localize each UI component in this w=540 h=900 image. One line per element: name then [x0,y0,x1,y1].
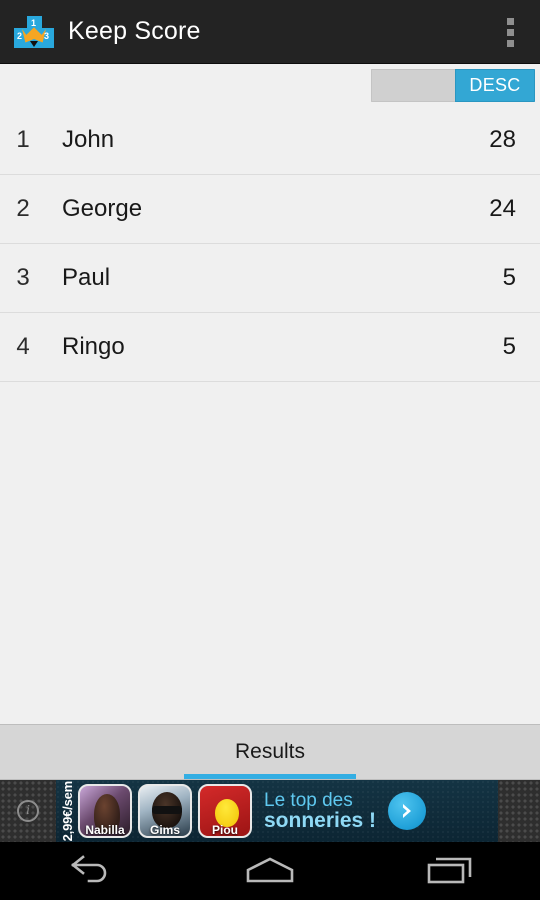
sort-asc-segment[interactable] [371,68,455,102]
ad-thumbnail[interactable]: Piou [198,784,252,838]
app-window: 1 2 3 Keep Score DESC 1 John 28 2 George… [0,0,540,900]
table-row[interactable]: 4 Ringo 5 [0,313,540,382]
row-player-name: Paul [62,264,111,291]
crown-tip [30,40,38,47]
sort-desc-segment[interactable]: DESC [455,68,535,102]
table-row[interactable]: 2 George 24 [0,175,540,244]
overflow-dot-3 [506,39,514,47]
overflow-dot-1 [506,17,514,25]
row-score: 28 [489,126,516,153]
ad-thumbnail-caption: Gims [149,823,180,837]
back-icon[interactable] [0,842,180,900]
row-score: 5 [502,264,516,291]
row-rank: 2 [16,195,30,222]
podium-label-third: 3 [44,30,50,41]
row-player-name: George [62,195,143,222]
ad-headline-line1: Le top des [264,789,353,811]
row-player-name: Ringo [62,333,125,360]
tab-results-label: Results [234,740,306,763]
tab-bar: Results [0,724,540,780]
ad-info-area: i [0,780,56,842]
ad-price-label: 2,99€/sem [60,780,75,842]
podium-app-icon: 1 2 3 [14,15,54,48]
ad-banner[interactable]: i 2,99€/sem Nabilla Gims Piou Le top des… [0,780,540,842]
ad-headline-line2: sonneries ! [264,808,377,832]
overflow-dot-2 [506,28,514,36]
ad-right-edge [498,780,540,842]
sort-toolbar: DESC [0,64,540,106]
row-rank: 3 [16,264,30,291]
ad-thumbnail-caption: Nabilla [85,823,125,837]
ad-thumbnail[interactable]: Nabilla [78,784,132,838]
podium-label-second: 2 [17,30,23,41]
overflow-menu-icon[interactable] [480,0,540,64]
page-title: Keep Score [68,17,201,45]
system-navigation-bar [0,842,540,900]
action-bar: 1 2 3 Keep Score [0,0,540,64]
ad-thumbnail-caption: Piou [212,823,238,837]
row-score: 24 [489,195,516,222]
scoreboard-list[interactable]: 1 John 28 2 George 24 3 Paul 5 4 Ringo 5 [0,106,540,724]
chevron-right-icon[interactable] [388,792,427,830]
row-player-name: John [62,126,115,153]
ad-thumbnail[interactable]: Gims [138,784,192,838]
sort-order-segmented-control[interactable]: DESC [371,68,535,102]
table-row[interactable]: 1 John 28 [0,106,540,175]
row-score: 5 [502,333,516,360]
row-rank: 1 [16,126,30,153]
info-icon[interactable]: i [17,800,39,822]
row-rank: 4 [16,333,30,360]
ad-headline: Le top des sonneries ! [264,789,377,832]
tab-selected-indicator [184,774,356,779]
table-row[interactable]: 3 Paul 5 [0,244,540,313]
home-icon[interactable] [180,842,360,900]
podium-label-first: 1 [31,17,37,28]
tab-results[interactable]: Results [0,725,540,779]
ad-content[interactable]: 2,99€/sem Nabilla Gims Piou Le top des s… [56,780,498,842]
recent-apps-icon[interactable] [360,842,540,900]
